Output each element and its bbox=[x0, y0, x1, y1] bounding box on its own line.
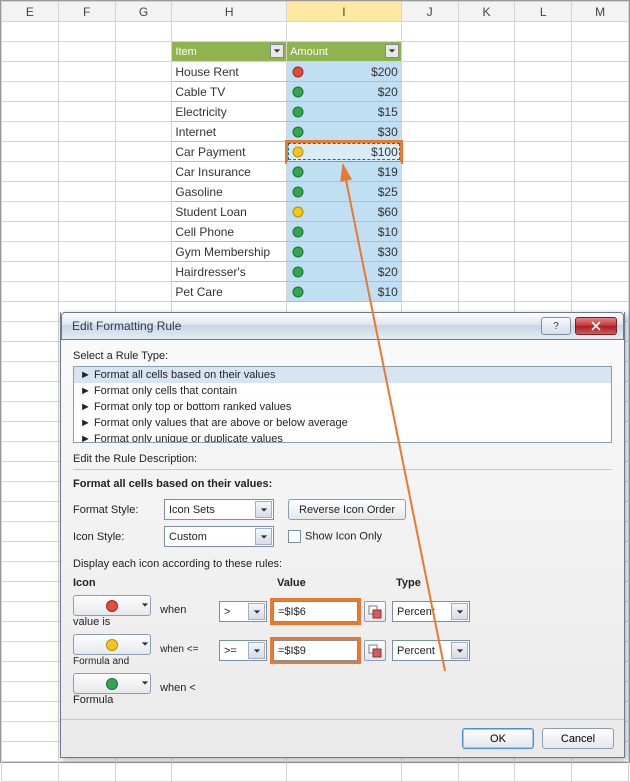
amount-cell[interactable]: $20 bbox=[287, 82, 402, 102]
chevron-down-icon bbox=[255, 501, 272, 518]
rule1-type-select[interactable]: Percent bbox=[392, 601, 470, 622]
edit-formatting-rule-dialog: Edit Formatting Rule ? Select a Rule Typ… bbox=[60, 312, 625, 758]
format-style-label: Format Style: bbox=[73, 504, 158, 516]
edit-description-label: Edit the Rule Description: bbox=[73, 453, 612, 465]
item-cell[interactable]: Internet bbox=[172, 122, 287, 142]
col-value-label: Value bbox=[277, 577, 362, 589]
amount-cell[interactable]: $10 bbox=[287, 222, 402, 242]
format-style-select[interactable]: Icon Sets bbox=[164, 499, 274, 520]
item-cell[interactable]: Cable TV bbox=[172, 82, 287, 102]
column-header-I[interactable]: I bbox=[287, 2, 402, 22]
item-cell[interactable]: Gym Membership bbox=[172, 242, 287, 262]
rule-type-option[interactable]: ► Format only unique or duplicate values bbox=[74, 431, 611, 443]
help-button[interactable]: ? bbox=[541, 317, 571, 335]
show-icon-only-checkbox[interactable]: Show Icon Only bbox=[288, 530, 382, 543]
rule1-operator-select[interactable]: > bbox=[219, 601, 267, 622]
icon-picker-yellow[interactable] bbox=[73, 634, 151, 655]
amount-cell[interactable]: $25 bbox=[287, 182, 402, 202]
ok-button[interactable]: OK bbox=[462, 728, 534, 749]
col-type-label: Type bbox=[396, 577, 421, 589]
column-header-M[interactable]: M bbox=[572, 2, 629, 22]
item-cell[interactable]: Cell Phone bbox=[172, 222, 287, 242]
rule1-value-input[interactable]: =$I$6 bbox=[273, 601, 358, 622]
icon-picker-green[interactable] bbox=[73, 673, 151, 694]
chevron-down-icon bbox=[255, 528, 272, 545]
table-header-amount[interactable]: Amount bbox=[287, 42, 402, 62]
rule2-type-select[interactable]: Percent bbox=[392, 640, 470, 661]
column-header-F[interactable]: F bbox=[58, 2, 115, 22]
amount-cell[interactable]: $10 bbox=[287, 282, 402, 302]
icon-picker-red[interactable] bbox=[73, 595, 151, 616]
dialog-titlebar[interactable]: Edit Formatting Rule ? bbox=[61, 312, 624, 340]
icon-style-label: Icon Style: bbox=[73, 531, 158, 543]
item-cell[interactable]: Electricity bbox=[172, 102, 287, 122]
item-cell[interactable]: Pet Care bbox=[172, 282, 287, 302]
item-cell[interactable]: Student Loan bbox=[172, 202, 287, 222]
rule-type-option[interactable]: ► Format only cells that contain bbox=[74, 383, 611, 399]
table-header-item[interactable]: Item bbox=[172, 42, 287, 62]
amount-cell[interactable]: $19 bbox=[287, 162, 402, 182]
filter-dropdown-icon[interactable] bbox=[385, 44, 399, 58]
icon-style-select[interactable]: Custom bbox=[164, 526, 274, 547]
amount-cell[interactable]: $30 bbox=[287, 122, 402, 142]
column-header-E[interactable]: E bbox=[2, 2, 59, 22]
item-cell[interactable]: Car Payment bbox=[172, 142, 287, 162]
rule-type-option[interactable]: ► Format only top or bottom ranked value… bbox=[74, 399, 611, 415]
rule2-operator-select[interactable]: >= bbox=[219, 640, 267, 661]
dialog-title: Edit Formatting Rule bbox=[72, 319, 537, 333]
rule1-range-picker-button[interactable] bbox=[364, 601, 386, 622]
column-header-H[interactable]: H bbox=[172, 2, 287, 22]
column-header-K[interactable]: K bbox=[458, 2, 515, 22]
column-header-J[interactable]: J bbox=[401, 2, 458, 22]
select-rule-type-label: Select a Rule Type: bbox=[73, 350, 612, 362]
amount-cell[interactable]: $20 bbox=[287, 262, 402, 282]
rule-type-list[interactable]: ► Format all cells based on their values… bbox=[73, 366, 612, 443]
amount-cell[interactable]: $60 bbox=[287, 202, 402, 222]
rule-type-option[interactable]: ► Format all cells based on their values bbox=[74, 367, 611, 383]
amount-cell[interactable]: $30 bbox=[287, 242, 402, 262]
column-header-L[interactable]: L bbox=[515, 2, 572, 22]
amount-cell[interactable]: $15 bbox=[287, 102, 402, 122]
item-cell[interactable]: Car Insurance bbox=[172, 162, 287, 182]
rule-type-option[interactable]: ► Format only values that are above or b… bbox=[74, 415, 611, 431]
item-cell[interactable]: Hairdresser's bbox=[172, 262, 287, 282]
item-cell[interactable]: Gasoline bbox=[172, 182, 287, 202]
rule2-value-input[interactable]: =$I$9 bbox=[273, 640, 358, 661]
rule2-range-picker-button[interactable] bbox=[364, 640, 386, 661]
format-heading: Format all cells based on their values: bbox=[73, 478, 612, 490]
column-header-G[interactable]: G bbox=[115, 2, 172, 22]
amount-cell[interactable]: $100 bbox=[287, 142, 402, 162]
amount-cell[interactable]: $200 bbox=[287, 62, 402, 82]
cancel-button[interactable]: Cancel bbox=[542, 728, 614, 749]
close-button[interactable] bbox=[575, 317, 617, 335]
item-cell[interactable]: House Rent bbox=[172, 62, 287, 82]
reverse-icon-order-button[interactable]: Reverse Icon Order bbox=[288, 499, 406, 520]
filter-dropdown-icon[interactable] bbox=[270, 44, 284, 58]
col-icon-label: Icon bbox=[73, 577, 213, 589]
display-rules-label: Display each icon according to these rul… bbox=[73, 558, 612, 570]
